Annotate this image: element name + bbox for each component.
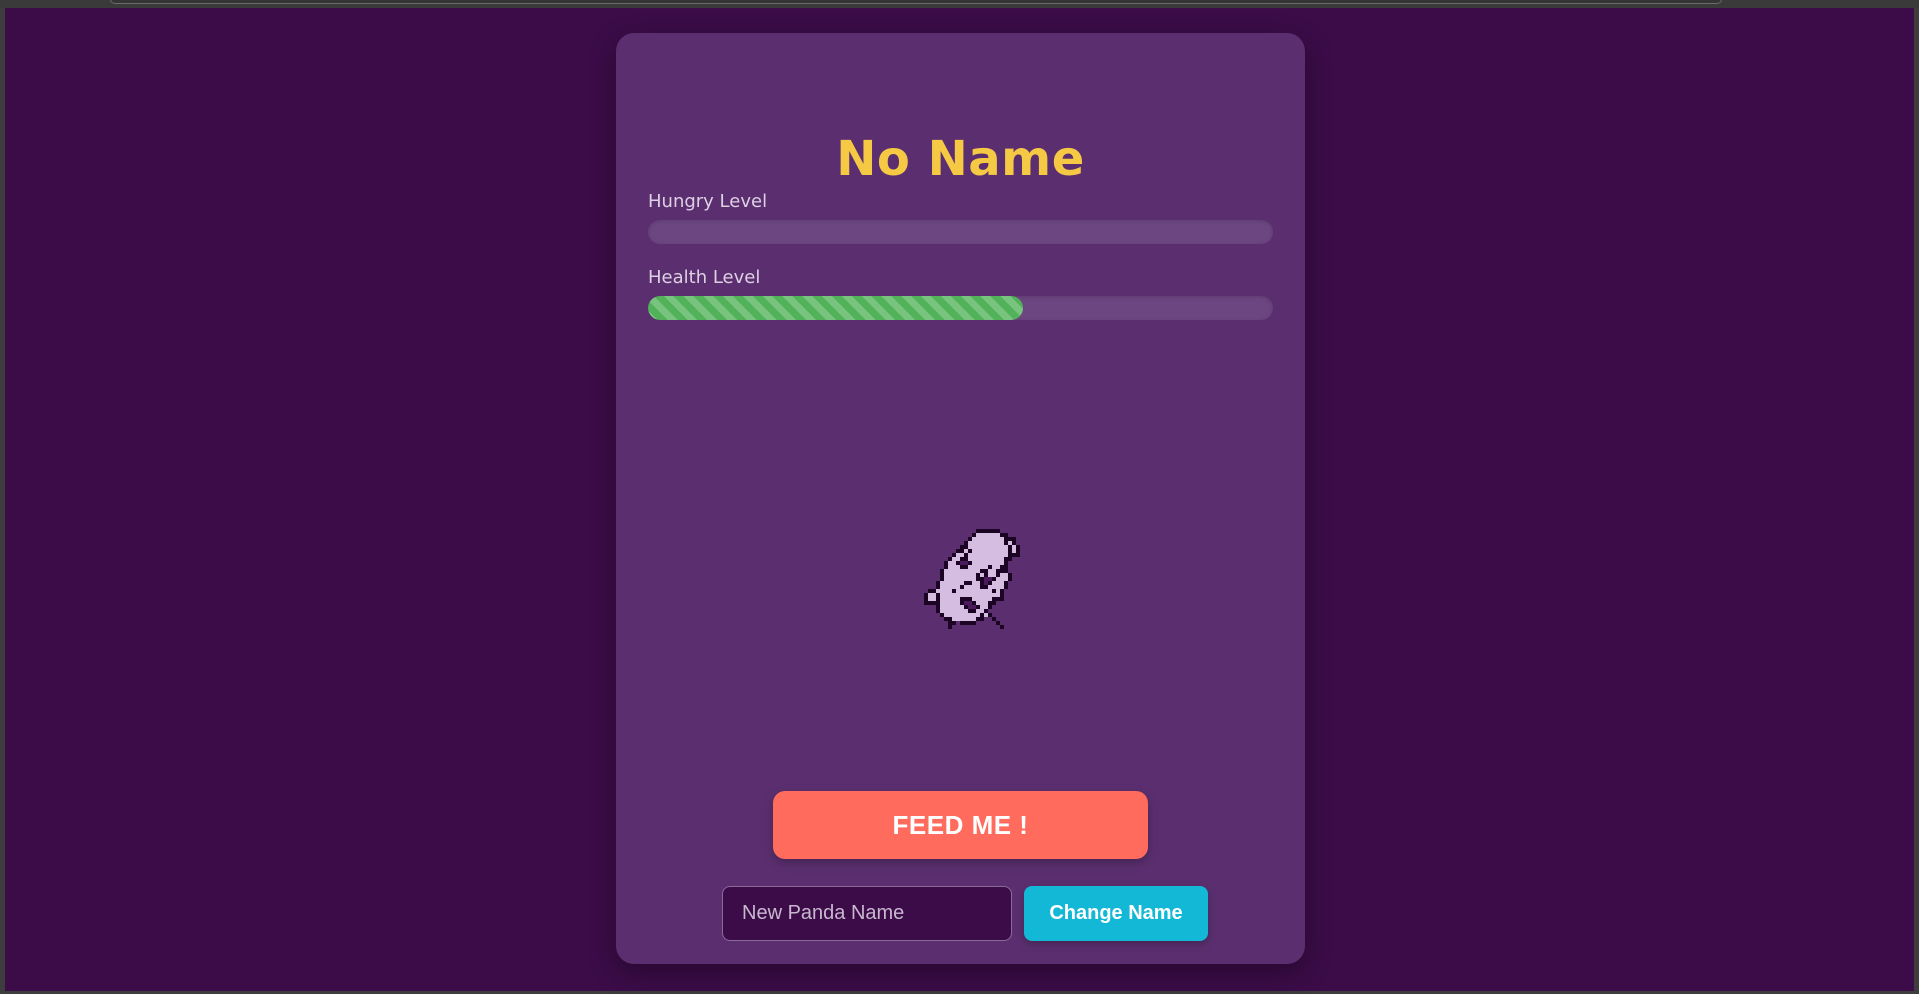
health-level-label: Health Level: [648, 267, 761, 288]
new-name-input[interactable]: [722, 886, 1012, 941]
browser-tab-strip: [110, 0, 1722, 4]
hungry-level-label: Hungry Level: [648, 191, 768, 212]
health-level-fill: [648, 296, 1023, 320]
feed-button[interactable]: FEED ME !: [773, 791, 1148, 859]
change-name-button[interactable]: Change Name: [1024, 886, 1208, 941]
browser-chrome: [0, 0, 1919, 8]
pet-name-title: No Name: [836, 131, 1085, 187]
panda-icon: [924, 529, 1020, 629]
hungry-level-bar: [648, 220, 1273, 244]
pet-card: No Name Hungry Level Health Level FEED M…: [616, 33, 1305, 964]
health-level-bar: [648, 296, 1273, 320]
app-viewport: No Name Hungry Level Health Level FEED M…: [5, 8, 1914, 991]
